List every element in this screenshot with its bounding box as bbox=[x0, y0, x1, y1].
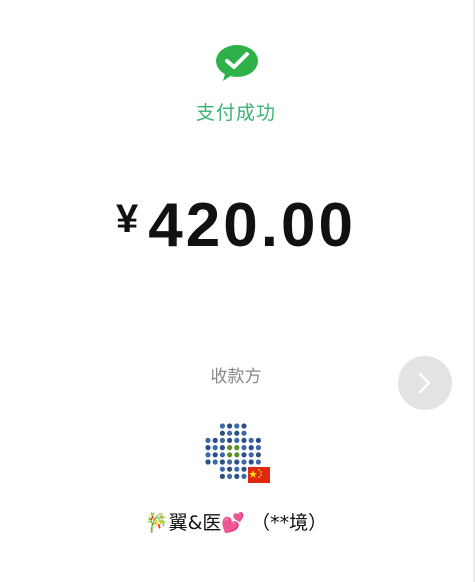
avatar-dot bbox=[234, 473, 240, 479]
avatar-dot bbox=[248, 437, 254, 443]
avatar-dot bbox=[227, 452, 233, 458]
avatar-dot bbox=[241, 466, 247, 472]
payee-name: 🎋翼&医💕 （**境） bbox=[144, 512, 328, 534]
avatar-dot bbox=[255, 437, 261, 443]
avatar-dot bbox=[241, 423, 247, 429]
avatar-dot bbox=[212, 445, 218, 451]
avatar-dot bbox=[248, 452, 254, 458]
chevron-right-icon bbox=[418, 372, 431, 394]
avatar-dot bbox=[219, 459, 225, 465]
avatar-dot bbox=[212, 437, 218, 443]
avatar-dot bbox=[219, 423, 225, 429]
avatar-dot bbox=[248, 445, 254, 451]
avatar-dot bbox=[234, 423, 240, 429]
avatar-dot bbox=[205, 445, 211, 451]
avatar-dot bbox=[205, 459, 211, 465]
avatar-dot bbox=[219, 430, 225, 436]
avatar-dot bbox=[255, 459, 261, 465]
avatar-dot bbox=[248, 459, 254, 465]
avatar-dot bbox=[241, 430, 247, 436]
avatar-dot bbox=[234, 430, 240, 436]
payment-success-page: 支付成功 ¥420.00 收款方 🎋翼&医💕 （**境） bbox=[0, 0, 475, 582]
next-button[interactable] bbox=[398, 356, 452, 410]
avatar-dot bbox=[241, 473, 247, 479]
payment-amount: ¥420.00 bbox=[0, 190, 472, 261]
avatar-dot bbox=[205, 452, 211, 458]
avatar-dot bbox=[234, 445, 240, 451]
avatar-dot bbox=[241, 437, 247, 443]
avatar-dot bbox=[219, 445, 225, 451]
currency-symbol: ¥ bbox=[116, 197, 139, 241]
avatar-dot bbox=[227, 459, 233, 465]
payee-avatar bbox=[202, 420, 272, 490]
avatar-dot bbox=[227, 445, 233, 451]
avatar-dot bbox=[219, 437, 225, 443]
avatar-dot bbox=[234, 452, 240, 458]
avatar-dot bbox=[255, 445, 261, 451]
avatar-dot bbox=[234, 437, 240, 443]
avatar-dot bbox=[234, 466, 240, 472]
amount-value: 420.00 bbox=[148, 191, 356, 260]
avatar-dot bbox=[241, 445, 247, 451]
avatar-dot bbox=[227, 466, 233, 472]
avatar-dot bbox=[212, 452, 218, 458]
avatar-dot bbox=[227, 423, 233, 429]
avatar-dot bbox=[227, 437, 233, 443]
wechat-check-icon bbox=[215, 44, 259, 82]
avatar-dot bbox=[219, 466, 225, 472]
avatar-dot bbox=[219, 473, 225, 479]
avatar-dot bbox=[227, 473, 233, 479]
avatar-dot bbox=[212, 459, 218, 465]
avatar-dot bbox=[241, 459, 247, 465]
avatar-dot bbox=[219, 452, 225, 458]
avatar-dot bbox=[205, 437, 211, 443]
payment-status-text: 支付成功 bbox=[195, 102, 276, 124]
avatar-dot bbox=[255, 452, 261, 458]
cn-flag-icon bbox=[248, 467, 270, 483]
avatar-dot bbox=[234, 459, 240, 465]
avatar-dot bbox=[241, 452, 247, 458]
avatar-dot bbox=[227, 430, 233, 436]
